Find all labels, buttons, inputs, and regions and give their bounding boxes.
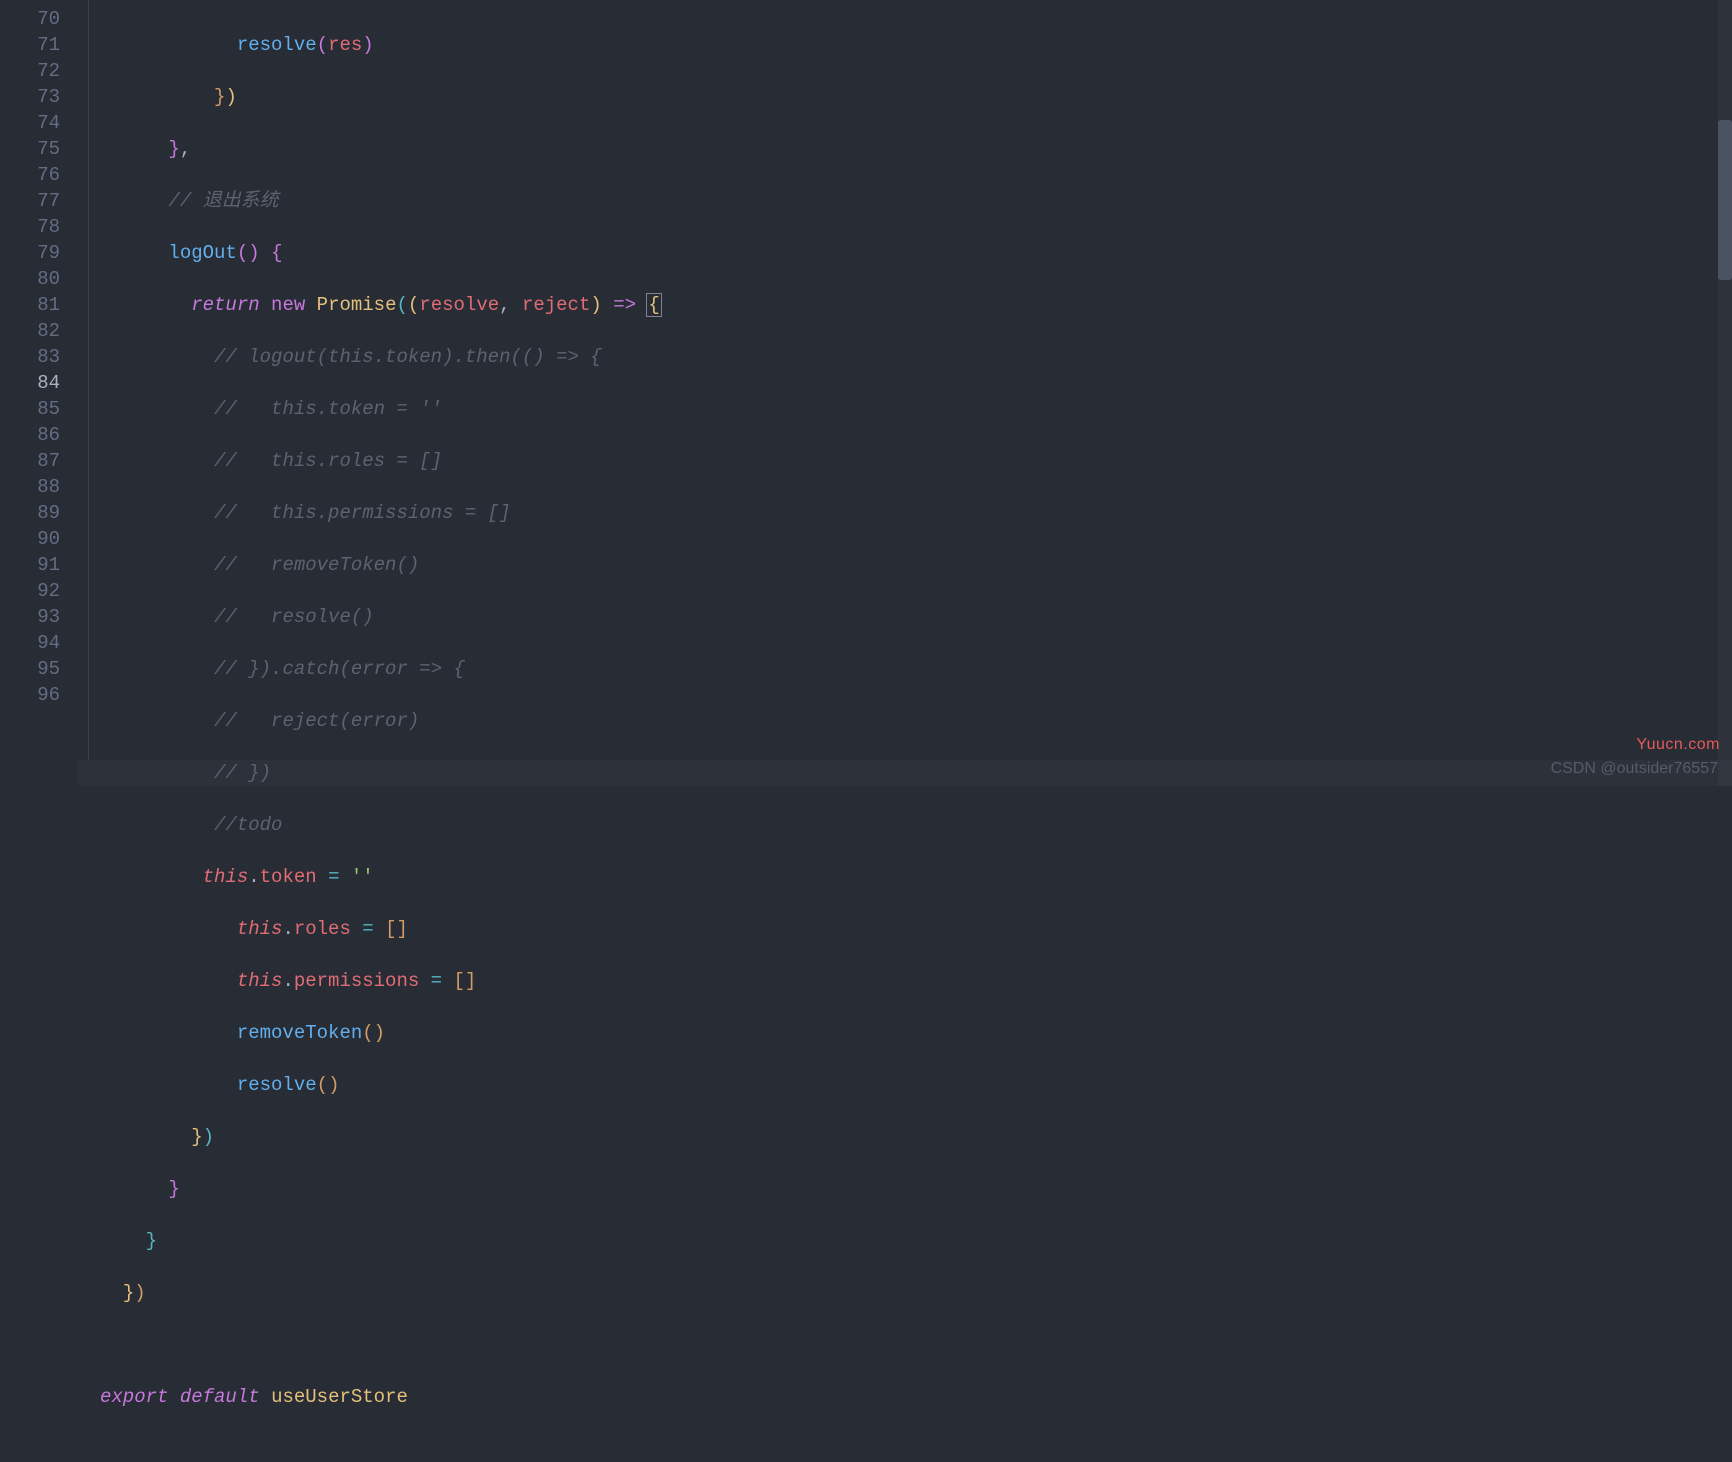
line-number: 76 [0,162,60,188]
code-line[interactable]: } [78,1228,1732,1254]
line-number: 93 [0,604,60,630]
code-line[interactable]: // this.token = '' [78,396,1732,422]
code-line[interactable]: this.token = '' [78,864,1732,890]
line-number: 78 [0,214,60,240]
line-number: 90 [0,526,60,552]
code-line[interactable]: }) [78,84,1732,110]
code-line[interactable]: // }).catch(error => { [78,656,1732,682]
code-editor: 70 71 72 73 74 75 76 77 78 79 80 81 82 8… [0,0,1732,786]
line-number: 74 [0,110,60,136]
line-number: 88 [0,474,60,500]
line-number-gutter: 70 71 72 73 74 75 76 77 78 79 80 81 82 8… [0,0,78,786]
vertical-scrollbar[interactable] [1718,0,1732,786]
line-number: 79 [0,240,60,266]
line-number: 87 [0,448,60,474]
line-number: 80 [0,266,60,292]
line-number: 85 [0,396,60,422]
line-number: 89 [0,500,60,526]
code-line[interactable]: // reject(error) [78,708,1732,734]
code-line[interactable]: }) [78,1124,1732,1150]
line-number: 71 [0,32,60,58]
cursor: { [646,293,661,317]
line-number: 95 [0,656,60,682]
line-number: 84 [0,370,60,396]
code-line[interactable]: this.roles = [] [78,916,1732,942]
line-number: 92 [0,578,60,604]
line-number: 82 [0,318,60,344]
watermark-csdn: CSDN @outsider76557 [1551,756,1718,782]
watermark-site: Yuucn.com [1636,732,1720,758]
code-line[interactable]: // this.permissions = [] [78,500,1732,526]
line-number: 94 [0,630,60,656]
line-number: 81 [0,292,60,318]
code-line[interactable]: // 退出系统 [78,188,1732,214]
line-number: 91 [0,552,60,578]
line-number: 72 [0,58,60,84]
line-number: 96 [0,682,60,708]
code-line[interactable]: logOut() { [78,240,1732,266]
code-line[interactable]: } [78,1176,1732,1202]
code-line[interactable]: this.permissions = [] [78,968,1732,994]
code-line[interactable]: // resolve() [78,604,1732,630]
code-line[interactable]: }, [78,136,1732,162]
line-number: 75 [0,136,60,162]
code-line[interactable]: removeToken() [78,1020,1732,1046]
code-line[interactable]: resolve() [78,1072,1732,1098]
code-line[interactable]: return new Promise((resolve, reject) => … [78,292,1732,318]
code-line[interactable]: export default useUserStore [78,1384,1732,1410]
code-line[interactable]: }) [78,1280,1732,1306]
line-number: 77 [0,188,60,214]
line-number: 86 [0,422,60,448]
line-number: 73 [0,84,60,110]
code-line[interactable]: //todo [78,812,1732,838]
scrollbar-thumb[interactable] [1718,120,1732,280]
line-number: 70 [0,6,60,32]
code-line[interactable]: // }) [78,760,1732,786]
code-area[interactable]: resolve(res) }) }, // 退出系统 logOut() { re… [78,0,1732,786]
code-line[interactable]: // logout(this.token).then(() => { [78,344,1732,370]
code-line[interactable]: // this.roles = [] [78,448,1732,474]
line-number: 83 [0,344,60,370]
code-line[interactable]: resolve(res) [78,32,1732,58]
code-line[interactable] [78,1332,1732,1358]
code-line[interactable]: // removeToken() [78,552,1732,578]
